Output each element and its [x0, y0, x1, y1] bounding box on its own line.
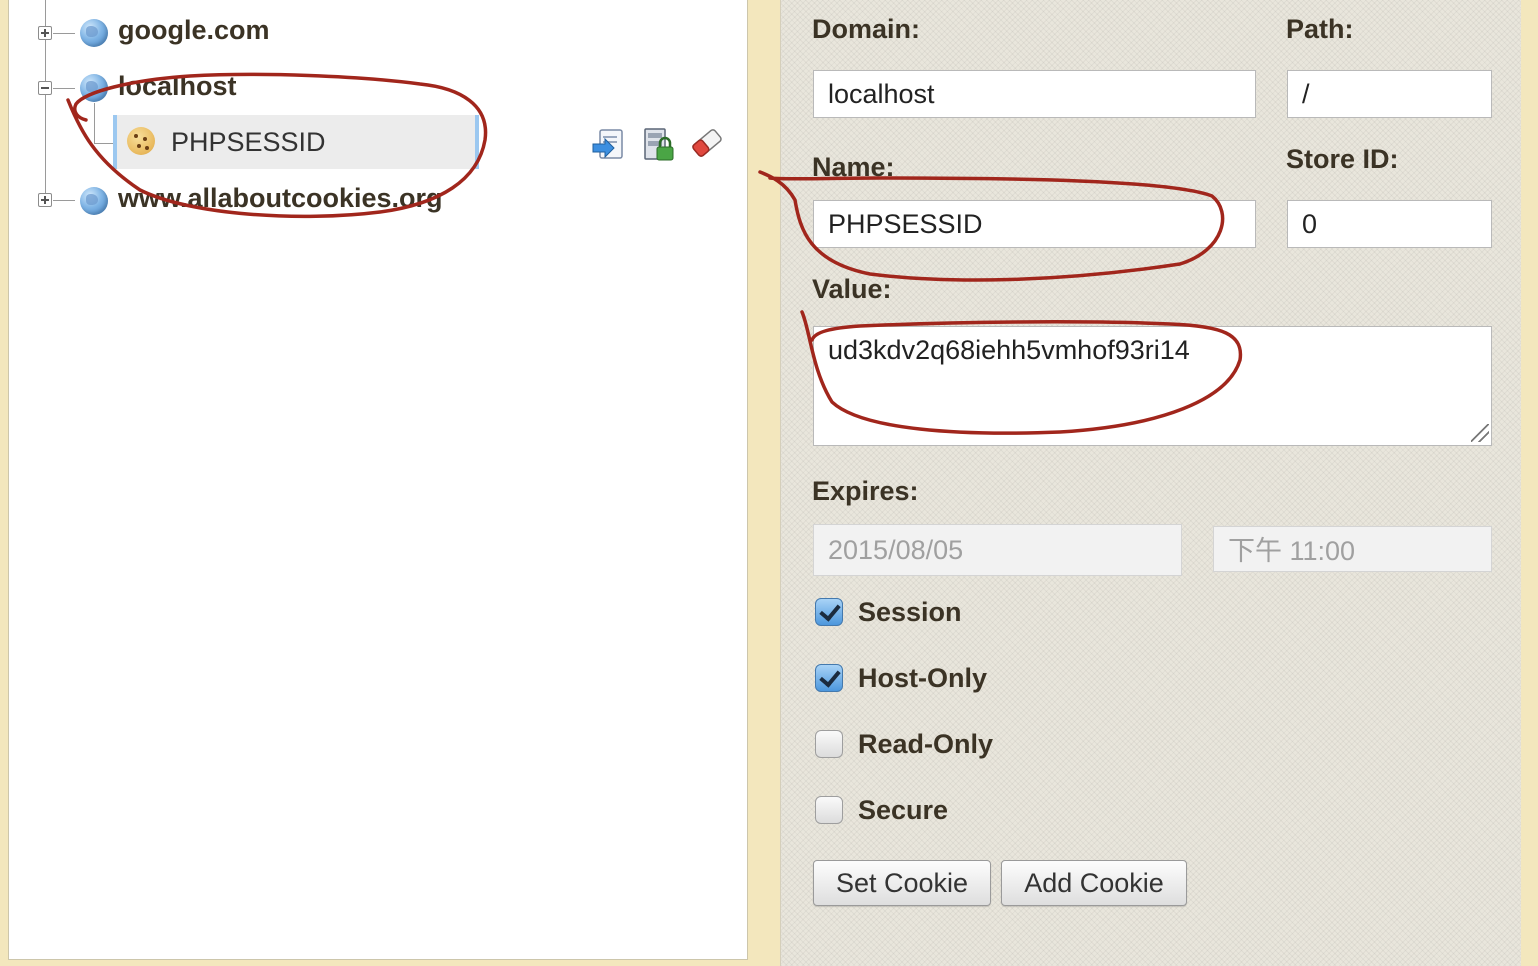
store-id-input[interactable]: [1287, 200, 1492, 248]
resize-handle-icon[interactable]: [1471, 424, 1489, 442]
globe-icon: [80, 187, 108, 215]
tree-connector: [53, 33, 75, 34]
protect-cookie-icon[interactable]: [641, 127, 677, 163]
cookie-tree-panel: google.com localhost PHPSESSID www.allab…: [8, 0, 748, 960]
value-label: Value:: [812, 274, 892, 304]
delete-cookie-icon[interactable]: [689, 125, 725, 161]
add-cookie-button[interactable]: Add Cookie: [1001, 860, 1187, 906]
value-textarea[interactable]: ud3kdv2q68iehh5vmhof93ri14: [813, 326, 1492, 446]
collapse-toggle-icon[interactable]: [38, 81, 52, 95]
host-only-checkbox[interactable]: [815, 664, 843, 692]
globe-icon: [80, 19, 108, 47]
path-input[interactable]: [1287, 70, 1492, 118]
set-cookie-button[interactable]: Set Cookie: [813, 860, 991, 906]
tree-connector: [53, 200, 75, 201]
session-checkbox[interactable]: [815, 598, 843, 626]
expires-time-input[interactable]: [1213, 526, 1492, 572]
cookie-edit-form: Domain: Path: Name: Store ID: Value: ud3…: [780, 0, 1521, 966]
name-input[interactable]: [813, 200, 1256, 248]
domain-input[interactable]: [813, 70, 1256, 118]
domain-label[interactable]: www.allaboutcookies.org: [118, 183, 443, 214]
tree-line: [94, 103, 95, 143]
globe-icon: [80, 74, 108, 102]
expand-toggle-icon[interactable]: [38, 193, 52, 207]
expires-date-input[interactable]: [813, 524, 1182, 576]
read-only-checkbox[interactable]: [815, 730, 843, 758]
store-id-label: Store ID:: [1286, 144, 1399, 174]
cookie-item-phpsessid[interactable]: PHPSESSID: [113, 115, 479, 169]
secure-label[interactable]: Secure: [858, 795, 948, 826]
domain-label[interactable]: google.com: [118, 15, 270, 46]
domain-label[interactable]: localhost: [118, 71, 237, 102]
expand-toggle-icon[interactable]: [38, 26, 52, 40]
secure-checkbox[interactable]: [815, 796, 843, 824]
domain-label: Domain:: [812, 14, 920, 44]
session-label[interactable]: Session: [858, 597, 962, 628]
cookie-icon: [127, 127, 155, 155]
read-only-label[interactable]: Read-Only: [858, 729, 993, 760]
tree-connector: [53, 88, 75, 89]
expires-label: Expires:: [812, 476, 919, 506]
cookie-name-label: PHPSESSID: [171, 127, 326, 157]
name-label: Name:: [812, 152, 895, 182]
path-label: Path:: [1286, 14, 1354, 44]
host-only-label[interactable]: Host-Only: [858, 663, 987, 694]
export-cookie-icon[interactable]: [591, 127, 627, 163]
